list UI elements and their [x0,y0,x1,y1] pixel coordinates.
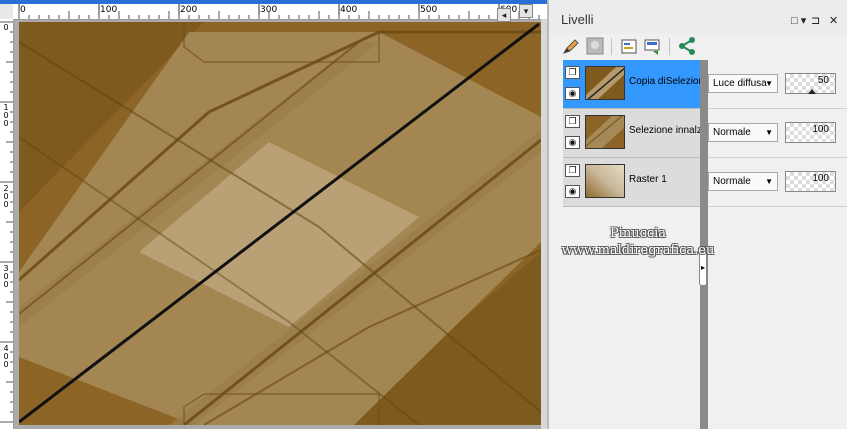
slider-handle-icon[interactable] [808,89,816,94]
opacity-slider[interactable]: 50 [785,73,836,94]
layer-name: Selezione innalzat [629,125,701,136]
panel-title: Livelli [561,12,594,27]
canvas-window: 0 100 200 300 400 500 600 ◂ ▾ 0 1 0 0 2 … [0,0,547,429]
image-canvas[interactable] [19,22,541,425]
properties-icon[interactable] [619,36,639,56]
opacity-slider[interactable]: 100 [785,122,836,143]
link-icon[interactable] [677,36,697,56]
opacity-value: 100 [812,124,829,135]
chevron-down-icon: ▼ [765,177,773,186]
brush-layer-icon[interactable] [561,36,581,56]
layer-info[interactable]: ❐ ◉ Copia diSelezione [563,60,702,109]
mask-icon[interactable] [585,36,605,56]
layer-group-icon[interactable]: ❐ [565,115,580,128]
merge-icon[interactable] [643,36,663,56]
chevron-down-icon: ▼ [765,128,773,137]
blend-mode-value: Luce diffusa [713,78,767,89]
panel-header: Livelli □ ▾ ⊐ ✕ [549,0,847,34]
blend-mode-value: Normale [713,127,751,138]
watermark-line: www.maldiregrafica.eu [561,243,715,258]
ruler-menu-button[interactable]: ▾ [519,4,533,18]
toolbar-separator [669,38,670,55]
layer-controls: Normale ▼ 100 [703,158,847,207]
canvas-artwork [19,22,541,425]
layers-toolbar [557,36,847,58]
layer-info[interactable]: ❐ ◉ Raster 1 [563,158,702,207]
watermark-line: Pinuccia [609,226,667,241]
panel-pin-button[interactable]: ⊐ [811,14,820,27]
toolbar-separator [611,38,612,55]
visibility-eye-icon[interactable]: ◉ [565,87,580,100]
layer-name: Copia diSelezione [629,76,701,87]
blend-mode-select[interactable]: Luce diffusa ▼ [708,74,778,93]
layer-name: Raster 1 [629,174,667,185]
opacity-value: 50 [817,75,829,86]
hruler-ticks [18,4,540,19]
blend-mode-select[interactable]: Normale ▼ [708,172,778,191]
chevron-down-icon: ▼ [765,79,773,88]
visibility-eye-icon[interactable]: ◉ [565,136,580,149]
opacity-value: 100 [812,173,829,184]
layer-controls: Luce diffusa ▼ 50 [703,60,847,109]
layer-group-icon[interactable]: ❐ [565,164,580,177]
watermark: Pinuccia www.maldiregrafica.eu [543,225,733,259]
blend-mode-select[interactable]: Normale ▼ [708,123,778,142]
horizontal-ruler: 0 100 200 300 400 500 600 ◂ ▾ [13,4,547,22]
layer-info[interactable]: ❐ ◉ Selezione innalzat [563,109,702,158]
layer-controls: Normale ▼ 100 [703,109,847,158]
vertical-ruler: 0 1 0 0 2 0 0 3 0 0 4 0 0 [0,19,14,429]
opacity-slider[interactable]: 100 [785,171,836,192]
visibility-eye-icon[interactable]: ◉ [565,185,580,198]
ruler-corner [0,4,13,19]
layer-group-icon[interactable]: ❐ [565,66,580,79]
layers-panel: Livelli □ ▾ ⊐ ✕ ❐ ◉ Copia diSelezio Luce… [547,0,847,429]
panel-close-button[interactable]: ✕ [829,14,838,27]
blend-mode-value: Normale [713,176,751,187]
vruler-ticks [0,21,13,423]
panel-options-button[interactable]: □ ▾ [791,14,806,27]
layer-thumbnail [585,66,625,100]
layer-thumbnail [585,115,625,149]
ruler-scroll-left-button[interactable]: ◂ [497,8,511,22]
layer-thumbnail [585,164,625,198]
